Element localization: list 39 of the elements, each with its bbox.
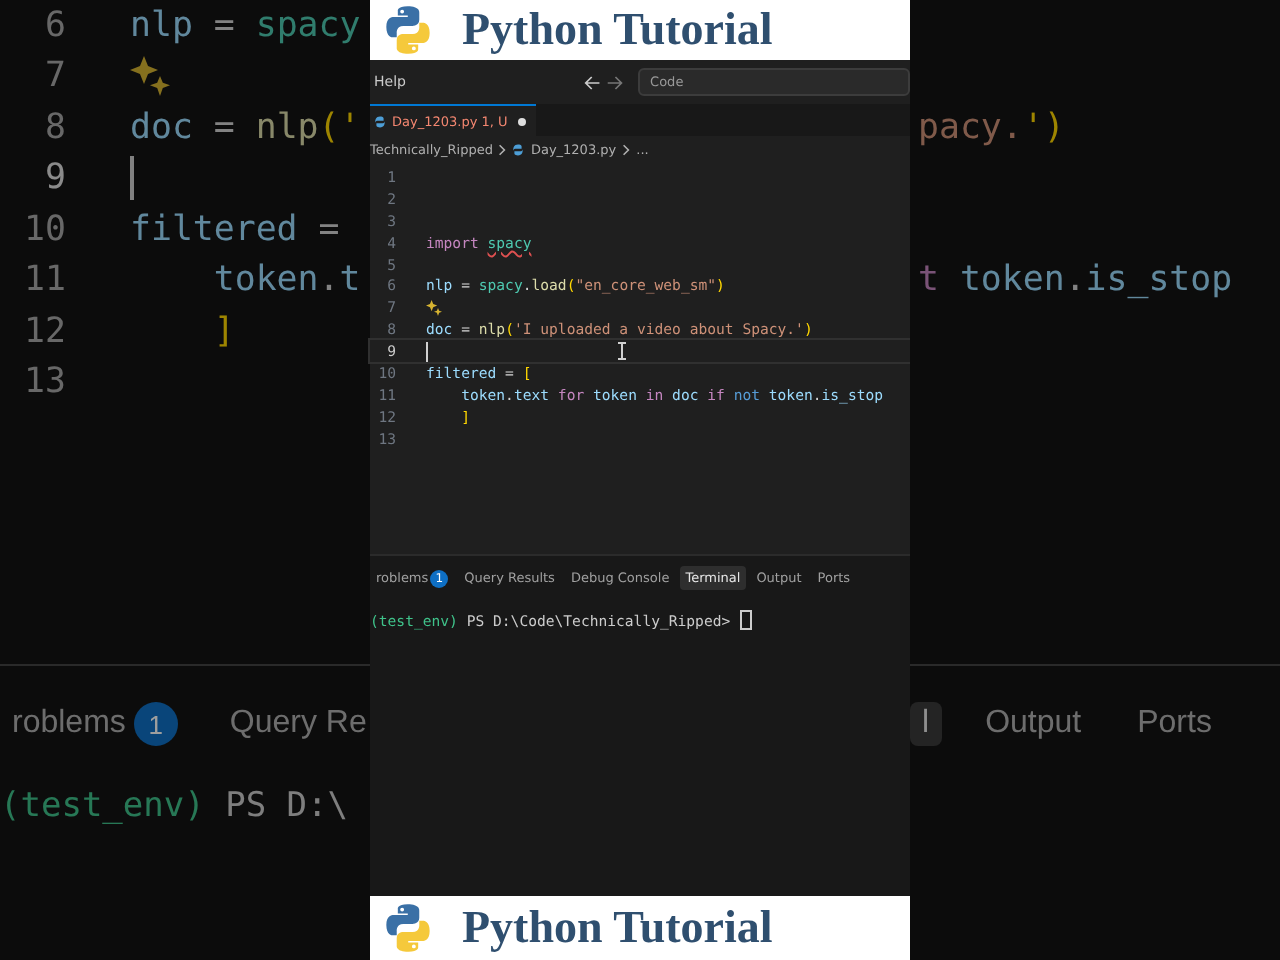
- code-line: doc = nlp(': [130, 107, 361, 148]
- line-number: 12: [22, 311, 66, 352]
- line-number: 8: [43, 107, 66, 148]
- line-number: 7: [43, 56, 66, 97]
- code-line: nlp = spacy: [130, 5, 361, 46]
- back-arrow-icon[interactable]: [583, 73, 601, 91]
- python-file-icon: [512, 144, 525, 156]
- code-line: filtered =: [130, 209, 342, 250]
- panel-tab[interactable]: Query Re: [217, 702, 370, 746]
- line-number: 10: [22, 209, 66, 250]
- code-line: token.t: [211, 260, 361, 301]
- code-line: t token.is_stop: [918, 260, 1233, 301]
- unsaved-dot: [517, 117, 526, 125]
- panel-tab[interactable]: Ports: [1125, 702, 1224, 746]
- chevron-icon: [498, 144, 507, 156]
- line-number: 9: [43, 158, 66, 199]
- python-logo-icon: [382, 902, 434, 954]
- banner-title: Python Tutorial: [462, 4, 773, 56]
- terminal-cursor: [739, 610, 752, 630]
- text-cursor: [426, 341, 428, 362]
- panel-tab[interactable]: l: [910, 702, 942, 746]
- chevron-icon: [622, 144, 631, 156]
- sparkle-icon[interactable]: [130, 56, 170, 97]
- mouse-cursor-icon: [618, 342, 626, 360]
- code-line: pacy.'): [918, 107, 1065, 148]
- banner-title: Python Tutorial: [462, 902, 773, 954]
- python-file-icon: [374, 115, 386, 127]
- panel-tab[interactable]: roblems 1: [0, 698, 190, 750]
- terminal-line: (test_env) PS D:\: [0, 786, 349, 826]
- sparkle-icon[interactable]: [426, 299, 442, 316]
- count-badge: 1: [133, 702, 178, 746]
- line-number: 11: [22, 260, 66, 301]
- text-cursor: [130, 156, 134, 201]
- line-number: 13: [22, 362, 66, 403]
- forward-arrow-icon[interactable]: [606, 73, 625, 91]
- line-number: 6: [43, 5, 66, 46]
- panel-tab[interactable]: Output: [973, 702, 1094, 746]
- python-logo-icon: [382, 4, 434, 56]
- code-line: ]: [211, 311, 235, 352]
